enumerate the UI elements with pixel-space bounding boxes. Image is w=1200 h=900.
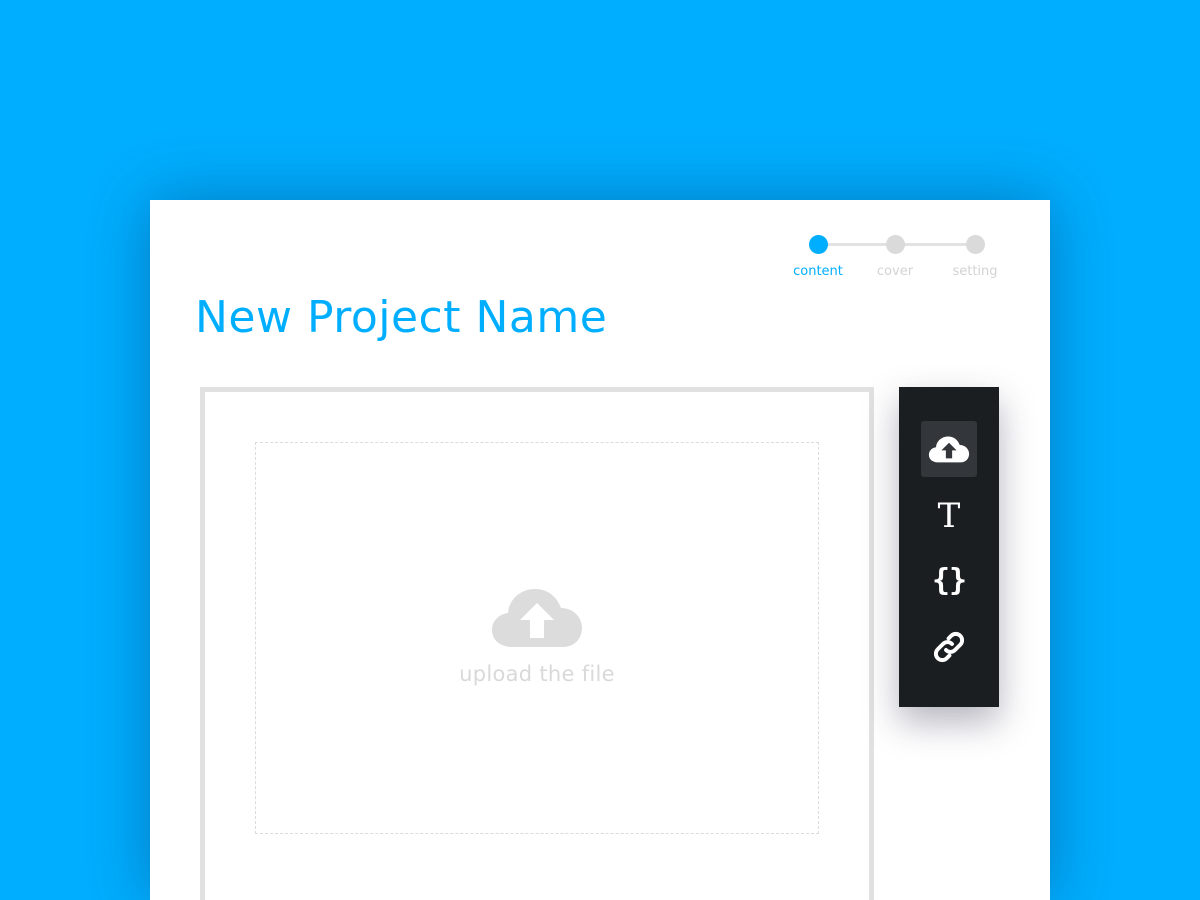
- step-content[interactable]: content: [788, 235, 848, 279]
- upload-tool-button[interactable]: [921, 421, 977, 477]
- step-label: setting: [952, 264, 998, 279]
- code-tool-button[interactable]: {}: [921, 553, 977, 609]
- step-dot: [885, 235, 905, 254]
- step-label: content: [793, 264, 843, 279]
- cloud-upload-icon: [928, 436, 970, 463]
- text-icon: T: [937, 496, 961, 536]
- content-toolbar: T {}: [899, 387, 999, 707]
- step-label: cover: [876, 264, 914, 279]
- content-editor: upload the file: [200, 387, 874, 900]
- project-title[interactable]: New Project Name: [195, 292, 607, 343]
- step-cover[interactable]: cover: [865, 235, 925, 279]
- progress-stepper: content cover setting: [790, 235, 1000, 285]
- link-icon: [934, 632, 964, 662]
- project-card: content cover setting New Project Name u…: [150, 200, 1050, 900]
- step-dot: [965, 235, 985, 254]
- upload-dropzone[interactable]: upload the file: [255, 442, 819, 834]
- step-setting[interactable]: setting: [945, 235, 1005, 279]
- code-icon: {}: [931, 563, 967, 598]
- upload-label: upload the file: [459, 662, 615, 686]
- text-tool-button[interactable]: T: [921, 488, 977, 544]
- cloud-upload-icon: [492, 589, 582, 647]
- link-tool-button[interactable]: [921, 619, 977, 675]
- step-dot: [808, 235, 828, 254]
